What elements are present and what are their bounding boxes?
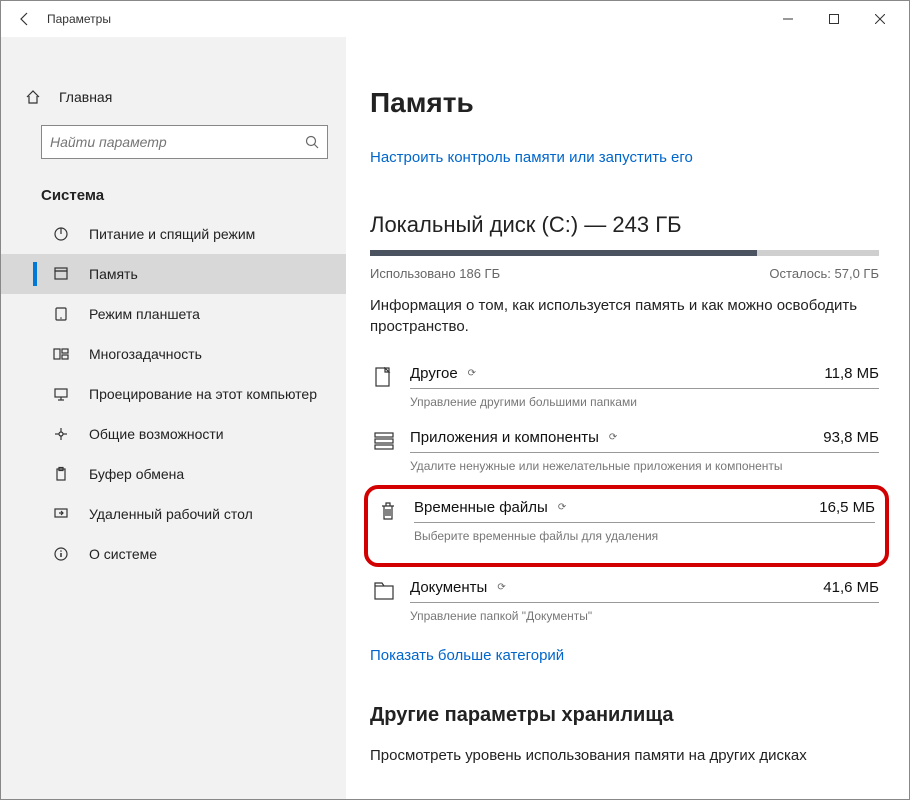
search-input[interactable] <box>50 134 305 150</box>
storage-icon <box>51 266 71 282</box>
category-bar <box>410 452 879 453</box>
sidebar-item-about[interactable]: О системе <box>1 534 346 574</box>
loading-spinner: ⟳ <box>609 432 617 443</box>
titlebar: Параметры <box>1 1 909 37</box>
sidebar-item-remote[interactable]: Удаленный рабочий стол <box>1 494 346 534</box>
show-more-categories-link[interactable]: Показать больше категорий <box>370 647 564 664</box>
sidebar-item-multitask[interactable]: Многозадачность <box>1 334 346 374</box>
category-name: Другое <box>410 365 458 382</box>
storage-description: Информация о том, как используется памят… <box>370 295 879 337</box>
window-controls <box>765 3 903 35</box>
highlight-annotation: Временные файлы ⟳ 16,5 МБ Выберите време… <box>364 485 889 567</box>
home-label: Главная <box>59 89 112 105</box>
home-icon <box>25 89 45 105</box>
usage-bar <box>370 250 879 256</box>
category-name: Приложения и компоненты <box>410 429 599 446</box>
sidebar-item-label: Память <box>89 266 138 282</box>
sidebar-item-clipboard[interactable]: Буфер обмена <box>1 454 346 494</box>
home-nav[interactable]: Главная <box>1 79 346 115</box>
shared-icon <box>51 426 71 442</box>
sidebar: Главная Система Питание и спящий режим П… <box>1 37 346 799</box>
window-title: Параметры <box>47 12 111 26</box>
sidebar-item-tablet[interactable]: Режим планшета <box>1 294 346 334</box>
category-other[interactable]: Другое ⟳ 11,8 МБ Управление другими боль… <box>370 355 879 419</box>
category-size: 93,8 МБ <box>823 429 879 446</box>
about-icon <box>51 546 71 562</box>
usage-labels: Использовано 186 ГБ Осталось: 57,0 ГБ <box>370 266 879 281</box>
used-label: Использовано 186 ГБ <box>370 266 500 281</box>
main-content: Память Настроить контроль памяти или зап… <box>346 37 909 799</box>
category-name: Документы <box>410 579 487 596</box>
category-subtitle: Выберите временные файлы для удаления <box>414 529 875 543</box>
documents-icon <box>370 579 398 603</box>
category-bar <box>410 388 879 389</box>
close-button[interactable] <box>857 3 903 35</box>
loading-spinner: ⟳ <box>497 582 505 593</box>
category-size: 16,5 МБ <box>819 499 875 516</box>
category-bar <box>414 522 875 523</box>
usage-bar-fill <box>370 250 757 256</box>
multitask-icon <box>51 346 71 362</box>
maximize-button[interactable] <box>811 3 857 35</box>
sidebar-item-label: Многозадачность <box>89 346 202 362</box>
back-button[interactable] <box>7 1 43 37</box>
sidebar-item-projecting[interactable]: Проецирование на этот компьютер <box>1 374 346 414</box>
sidebar-item-power[interactable]: Питание и спящий режим <box>1 214 346 254</box>
tablet-icon <box>51 306 71 322</box>
category-documents[interactable]: Документы ⟳ 41,6 МБ Управление папкой "Д… <box>370 569 879 633</box>
power-icon <box>51 226 71 242</box>
other-storage-heading: Другие параметры хранилища <box>370 704 879 727</box>
projecting-icon <box>51 386 71 402</box>
other-icon <box>370 365 398 389</box>
sidebar-item-label: Буфер обмена <box>89 466 184 482</box>
clipboard-icon <box>51 466 71 482</box>
category-subtitle: Управление другими большими папками <box>410 395 879 409</box>
category-size: 41,6 МБ <box>823 579 879 596</box>
apps-icon <box>370 429 398 453</box>
sidebar-item-label: Режим планшета <box>89 306 200 322</box>
sidebar-item-shared[interactable]: Общие возможности <box>1 414 346 454</box>
other-storage-desc: Просмотреть уровень использования памяти… <box>370 747 879 764</box>
category-subtitle: Управление папкой "Документы" <box>410 609 879 623</box>
remote-icon <box>51 506 71 522</box>
configure-storage-sense-link[interactable]: Настроить контроль памяти или запустить … <box>370 149 693 166</box>
sidebar-item-label: Питание и спящий режим <box>89 226 255 242</box>
disk-heading: Локальный диск (C:) — 243 ГБ <box>370 212 879 238</box>
page-title: Память <box>370 87 879 119</box>
loading-spinner: ⟳ <box>468 368 476 379</box>
sidebar-item-label: Общие возможности <box>89 426 224 442</box>
category-bar <box>410 602 879 603</box>
sidebar-item-label: О системе <box>89 546 157 562</box>
sidebar-nav: Питание и спящий режим Память Режим план… <box>1 214 346 574</box>
category-subtitle: Удалите ненужные или нежелательные прило… <box>410 459 879 473</box>
category-name: Временные файлы <box>414 499 548 516</box>
minimize-button[interactable] <box>765 3 811 35</box>
category-size: 11,8 МБ <box>824 365 879 382</box>
search-box[interactable] <box>41 125 328 159</box>
trash-icon <box>374 499 402 523</box>
free-label: Осталось: 57,0 ГБ <box>769 266 879 281</box>
category-apps[interactable]: Приложения и компоненты ⟳ 93,8 МБ Удалит… <box>370 419 879 483</box>
sidebar-item-storage[interactable]: Память <box>1 254 346 294</box>
loading-spinner: ⟳ <box>558 502 566 513</box>
search-icon <box>305 135 319 149</box>
category-temp-files[interactable]: Временные файлы ⟳ 16,5 МБ Выберите време… <box>374 495 875 553</box>
sidebar-item-label: Проецирование на этот компьютер <box>89 386 317 402</box>
sidebar-item-label: Удаленный рабочий стол <box>89 506 253 522</box>
sidebar-section-title: Система <box>1 181 346 214</box>
